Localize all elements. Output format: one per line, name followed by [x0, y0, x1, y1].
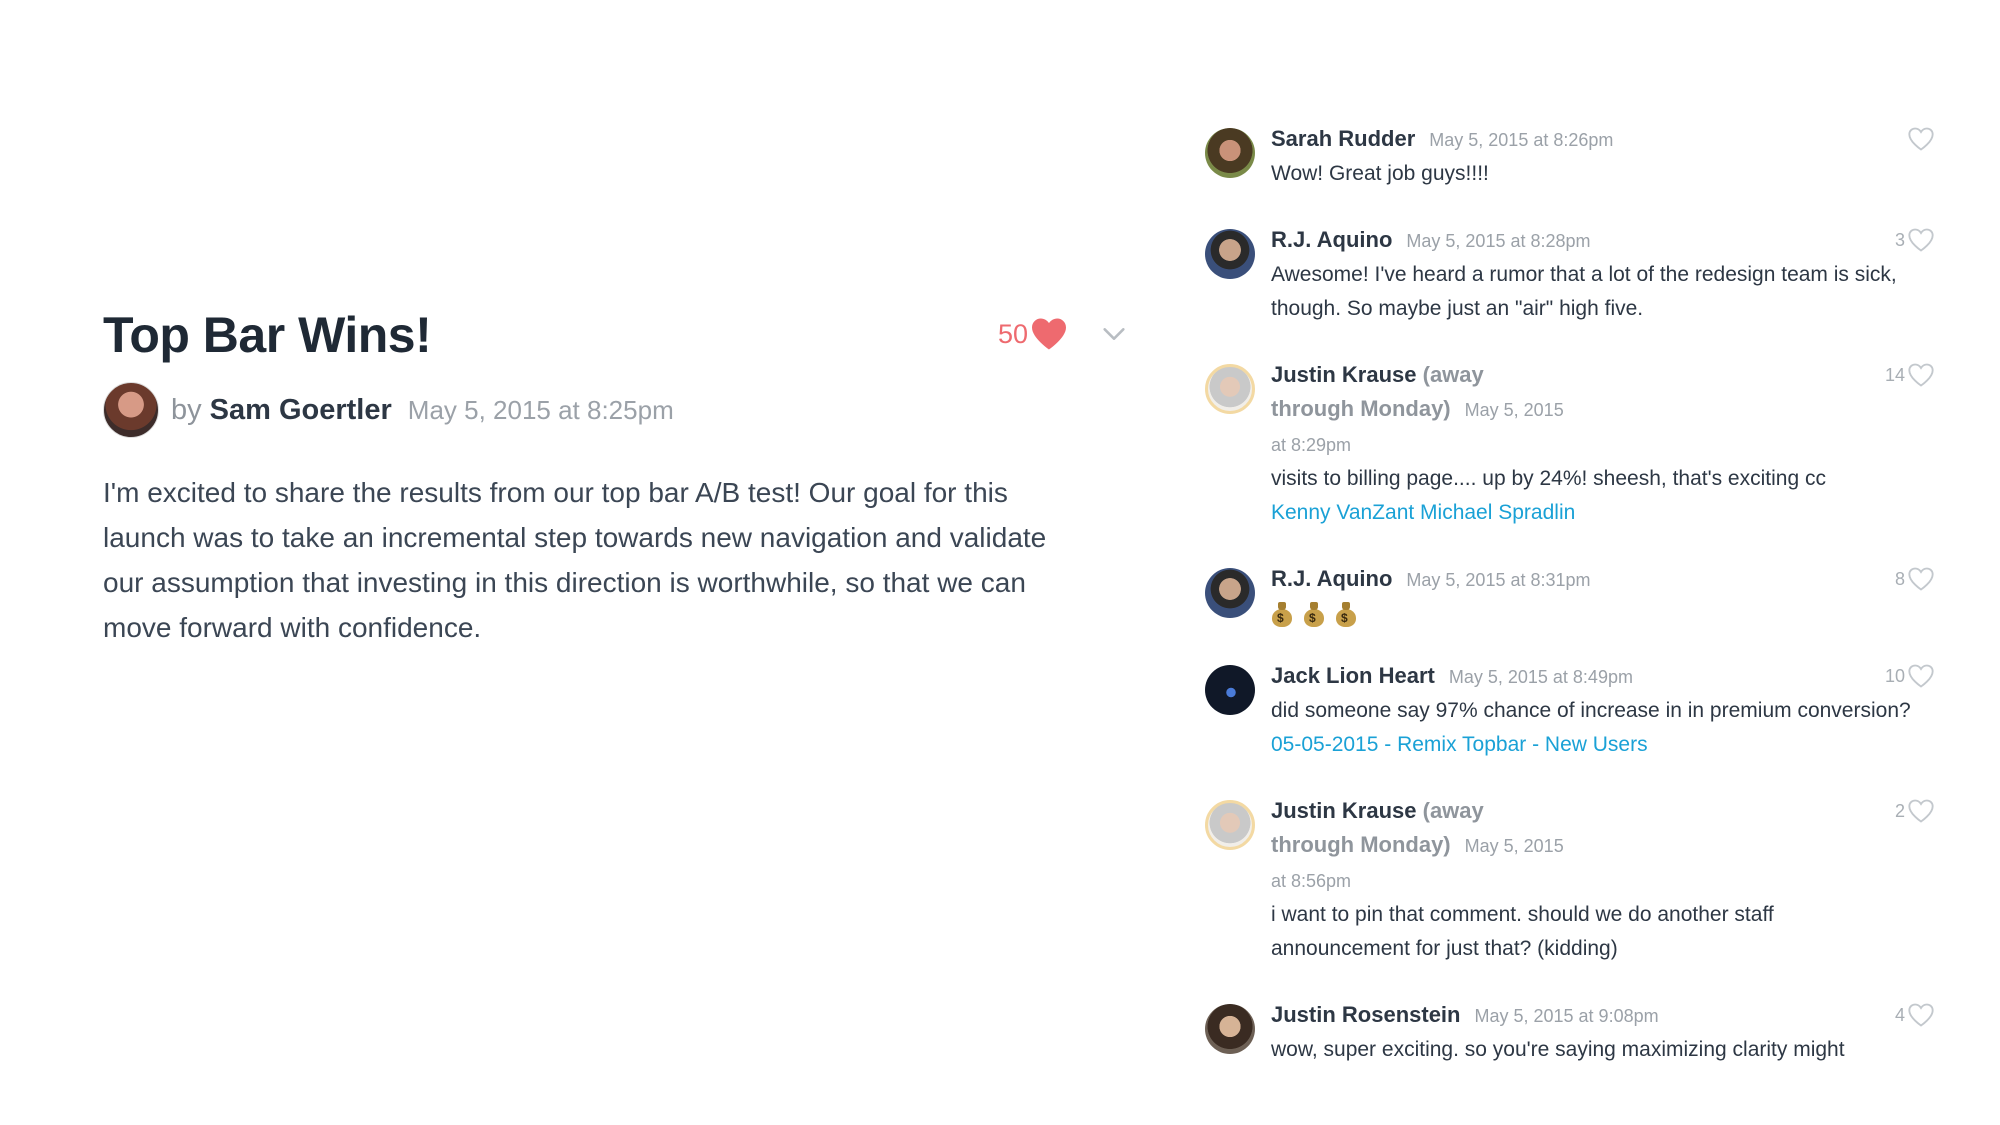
comment-like[interactable]: 2	[1895, 798, 1935, 824]
comment-author[interactable]: Justin Rosenstein	[1271, 1002, 1460, 1027]
comment-like-count: 2	[1894, 800, 1905, 821]
money-bag-icon	[1335, 601, 1357, 627]
comment-like-count: 10	[1884, 665, 1905, 686]
post-body: I'm excited to share the results from ou…	[103, 477, 1047, 643]
comment-like-count: 14	[1884, 364, 1905, 385]
heart-outline-icon[interactable]	[1907, 798, 1935, 824]
money-bag-icon	[1271, 601, 1293, 627]
heart-outline-icon[interactable]	[1907, 566, 1935, 592]
comment-like[interactable]: 4	[1895, 1002, 1935, 1028]
emoji-row	[1271, 601, 1911, 627]
avatar[interactable]	[1205, 128, 1255, 178]
comment-author[interactable]: R.J. Aquino	[1271, 227, 1392, 252]
comment-time: May 5, 2015 at 8:28pm	[1406, 231, 1591, 251]
comment-list: Sarah Rudder May 5, 2015 at 8:26pm Wow! G…	[1205, 122, 1935, 1099]
heart-outline-icon[interactable]	[1907, 362, 1935, 388]
report-link[interactable]: 05-05-2015 - Remix Topbar - New Users	[1271, 733, 1648, 756]
comment-like[interactable]	[1905, 126, 1935, 152]
heart-outline-icon[interactable]	[1907, 1002, 1935, 1028]
money-bag-icon	[1303, 601, 1325, 627]
comment-like-count: 4	[1894, 1004, 1905, 1025]
comment-text: Wow! Great job guys!!!!	[1271, 162, 1489, 185]
comment-author[interactable]: Jack Lion Heart	[1271, 663, 1435, 688]
comment-text: i want to pin that comment. should we do…	[1271, 903, 1774, 960]
post-like-count: 50	[998, 318, 1029, 349]
avatar[interactable]	[1205, 364, 1255, 414]
avatar[interactable]	[1205, 568, 1255, 618]
comment-like-count: 3	[1894, 229, 1905, 250]
heart-filled-icon[interactable]	[1030, 317, 1068, 351]
comment: Justin Krause (away through Monday) May 5…	[1205, 358, 1935, 530]
comment-like[interactable]: 10	[1885, 663, 1935, 689]
comment-text: Awesome! I've heard a rumor that a lot o…	[1271, 263, 1897, 320]
comment-author[interactable]: Justin Krause	[1271, 798, 1417, 823]
chevron-down-icon[interactable]	[1100, 320, 1128, 348]
comment: Justin Rosenstein May 5, 2015 at 9:08pm w…	[1205, 998, 1935, 1067]
comment: R.J. Aquino May 5, 2015 at 8:31pm 8	[1205, 562, 1935, 627]
comment-time: May 5, 2015 at 9:08pm	[1474, 1006, 1659, 1026]
comment-like[interactable]: 8	[1895, 566, 1935, 592]
comment-time: May 5, 2015 at 8:31pm	[1406, 570, 1591, 590]
comment-like[interactable]: 3	[1895, 227, 1935, 253]
author-name[interactable]: Sam Goertler	[210, 394, 392, 427]
comment-text: visits to billing page.... up by 24%! sh…	[1271, 467, 1826, 490]
avatar[interactable]	[1205, 229, 1255, 279]
by-label: by	[171, 393, 202, 426]
comment-author[interactable]: R.J. Aquino	[1271, 566, 1392, 591]
comment-like-count: 8	[1894, 568, 1905, 589]
page: Top Bar Wins! 50 by Sam Goertler May 5, …	[0, 0, 2000, 1125]
avatar[interactable]	[1205, 800, 1255, 850]
comment-text: wow, super exciting. so you're saying ma…	[1271, 1038, 1845, 1061]
post-actions: 50	[998, 302, 1128, 366]
mention-link[interactable]: Kenny VanZant Michael Spradlin	[1271, 501, 1575, 524]
comment-author[interactable]: Justin Krause	[1271, 362, 1417, 387]
author-avatar[interactable]	[103, 382, 159, 438]
comment-time: May 5, 2015 at 8:49pm	[1448, 667, 1633, 687]
comment-text: did someone say 97% chance of increase i…	[1271, 699, 1911, 722]
comment-like[interactable]: 14	[1885, 362, 1935, 388]
heart-outline-icon[interactable]	[1907, 126, 1935, 152]
comment: Sarah Rudder May 5, 2015 at 8:26pm Wow! G…	[1205, 122, 1935, 191]
comment-time: May 5, 2015 at 8:26pm	[1429, 130, 1614, 150]
heart-outline-icon[interactable]	[1907, 227, 1935, 253]
avatar[interactable]	[1205, 665, 1255, 715]
post-date: May 5, 2015 at 8:25pm	[407, 394, 674, 425]
comment: Justin Krause (away through Monday) May 5…	[1205, 794, 1935, 966]
comment: R.J. Aquino May 5, 2015 at 8:28pm Awesome…	[1205, 223, 1935, 326]
avatar[interactable]	[1205, 1004, 1255, 1054]
post-title: Top Bar Wins!	[103, 307, 432, 363]
post: Top Bar Wins! 50 by Sam Goertler May 5, …	[103, 300, 1133, 650]
comment: Jack Lion Heart May 5, 2015 at 8:49pm did…	[1205, 659, 1935, 762]
comment-author[interactable]: Sarah Rudder	[1271, 126, 1415, 151]
post-byline: by Sam Goertler May 5, 2015 at 8:25pm	[103, 382, 1133, 438]
heart-outline-icon[interactable]	[1907, 663, 1935, 689]
